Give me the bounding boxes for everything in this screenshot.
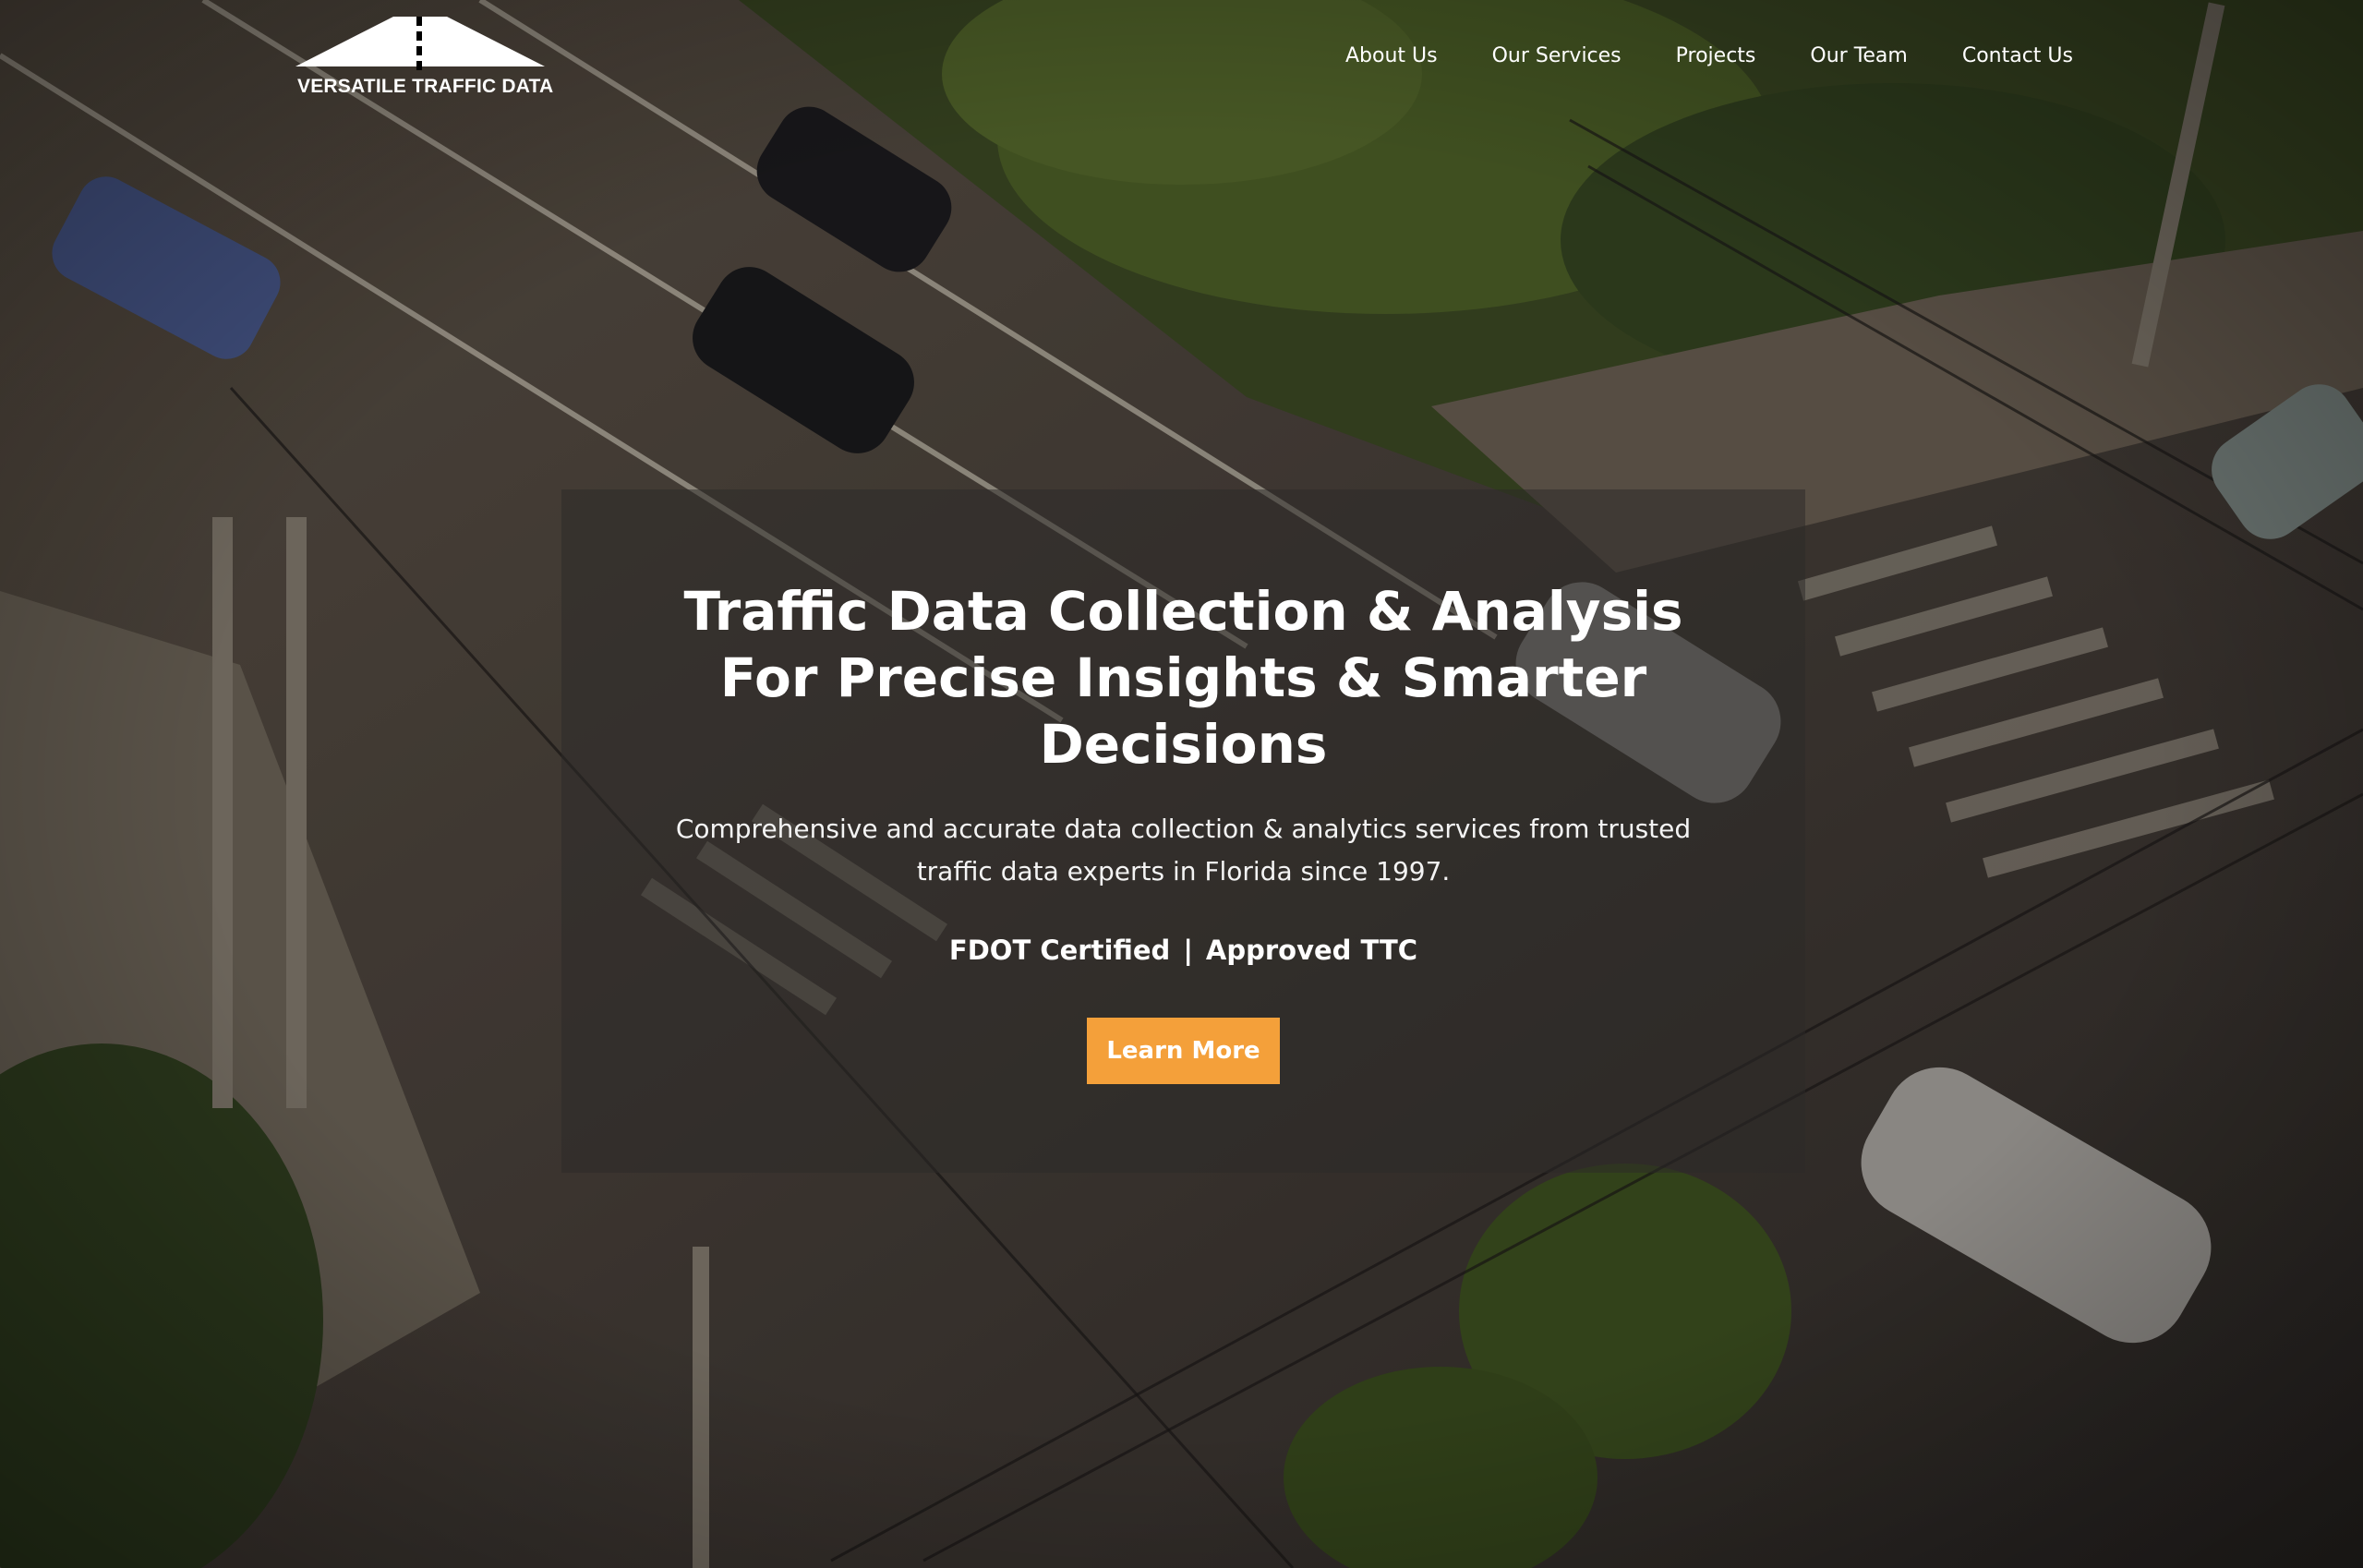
- cert-fdot: FDOT Certified: [948, 935, 1171, 966]
- nav-our-services[interactable]: Our Services: [1492, 44, 1622, 67]
- hero-title: Traffic Data Collection & Analysis For P…: [561, 578, 1805, 778]
- cert-ttc: Approved TTC: [1205, 935, 1418, 966]
- nav-projects[interactable]: Projects: [1676, 44, 1756, 67]
- cert-separator: |: [1183, 935, 1193, 966]
- nav-our-team[interactable]: Our Team: [1810, 44, 1907, 67]
- certifications: FDOT Certified | Approved TTC: [561, 935, 1805, 966]
- hero-subtitle-line-1: Comprehensive and accurate data collecti…: [675, 814, 1692, 844]
- nav-about-us[interactable]: About Us: [1345, 44, 1438, 67]
- brand-logo[interactable]: VERSATILE TRAFFIC DATA: [295, 13, 554, 105]
- road-logo-icon: [295, 17, 545, 70]
- learn-more-button[interactable]: Learn More: [1087, 1018, 1280, 1084]
- hero-panel: Traffic Data Collection & Analysis For P…: [561, 489, 1805, 1173]
- main-nav: About Us Our Services Projects Our Team …: [1345, 44, 2073, 67]
- hero-title-line-3: Decisions: [1039, 713, 1328, 776]
- logo-text: VERSATILE TRAFFIC DATA: [297, 76, 554, 97]
- nav-contact-us[interactable]: Contact Us: [1962, 44, 2073, 67]
- hero-title-line-2: For Precise Insights & Smarter: [719, 646, 1647, 709]
- hero-subtitle-line-2: traffic data experts in Florida since 19…: [916, 856, 1451, 887]
- hero-title-line-1: Traffic Data Collection & Analysis: [683, 580, 1683, 643]
- hero-subtitle: Comprehensive and accurate data collecti…: [561, 808, 1805, 893]
